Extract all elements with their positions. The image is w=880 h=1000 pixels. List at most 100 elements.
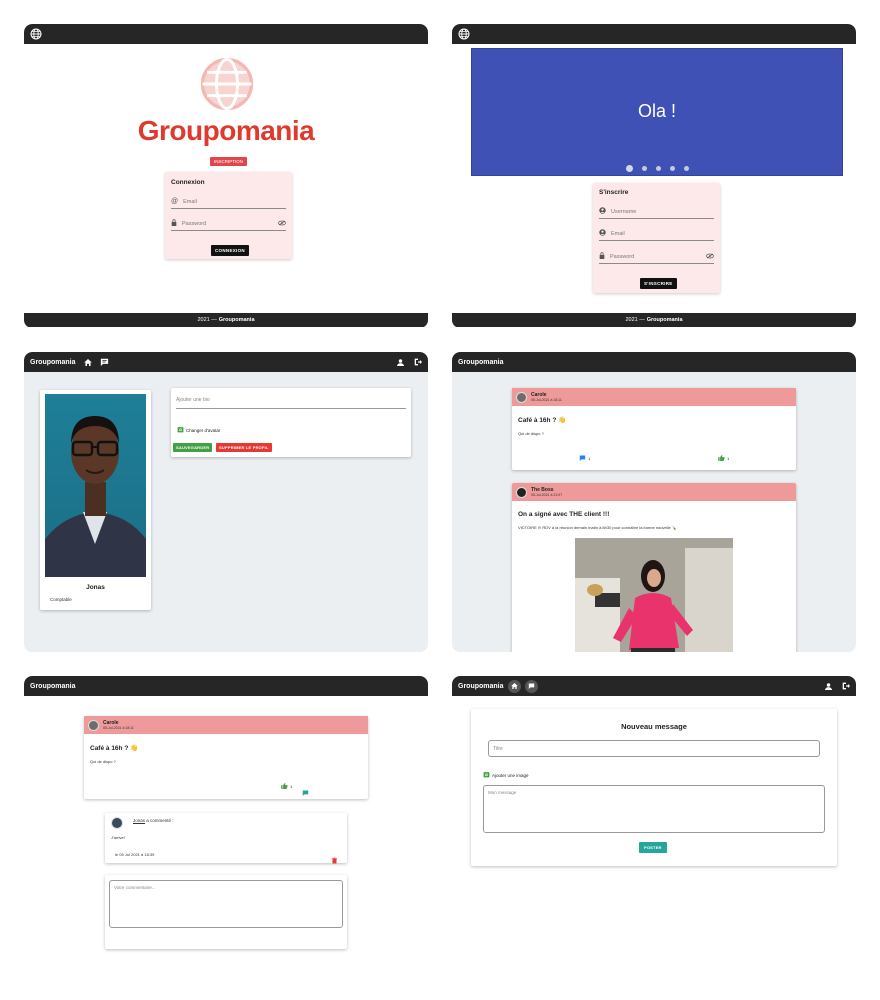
carousel-dot[interactable] [655,166,661,171]
comment-count-value: 1 [588,456,591,461]
comment-icon[interactable] [302,783,309,801]
post-title: On a signé avec THE client !!! [518,511,610,518]
carousel-dot[interactable] [669,166,675,171]
trash-icon[interactable] [332,851,337,869]
footer-brand: Groupomania [218,317,255,323]
like-count[interactable]: 1 [718,455,729,462]
logout-icon[interactable] [414,358,422,366]
image-add-icon [177,426,184,434]
avatar[interactable] [111,817,123,829]
login-title: Connexion [171,179,205,186]
panel-signup: Ola ! S'inscrire Username Email Password… [452,24,856,328]
post-header: Carole 05-Jul-2021 à 18:11 [512,388,796,406]
account-icon[interactable] [397,358,404,366]
title-input[interactable]: Titre [488,740,820,757]
eye-off-icon[interactable] [278,220,286,228]
change-avatar-link[interactable]: Changer d'avatar [177,426,220,434]
save-button[interactable]: SAUVEGARDER [173,443,213,452]
new-message-card: Nouveau message Titre Ajouter une image … [471,709,837,866]
like-count-value: 1 [727,456,730,461]
avatar[interactable] [516,391,527,403]
change-avatar-label: Changer d'avatar [186,427,221,433]
brand-title[interactable]: Groupomania [30,683,76,690]
bio-card: Ajouter une bio Changer d'avatar SAUVEGA… [171,388,411,457]
form-title: Nouveau message [621,722,687,731]
message-icon[interactable] [100,358,109,366]
post-date: 05-Jul-2021 à 18:11 [531,398,562,402]
add-image-link[interactable]: Ajouter une image [483,771,529,779]
carousel-text: Ola ! [637,101,676,121]
feed-page-bg: Carole 05-Jul-2021 à 18:11 Café à 16h ? 👋… [452,372,856,652]
profile-page-bg: Jonas Comptable Ajouter une bio Changer … [24,372,428,652]
post-card: Carole 05-Jul-2021 à 18:11 Café à 16h ? 👋… [84,716,368,799]
avatar-photo[interactable] [45,394,146,577]
avatar[interactable] [88,719,99,731]
brand-title[interactable]: Groupomania [458,683,504,690]
signup-button[interactable]: S'INSCRIRE [640,278,677,289]
email-placeholder: Email [183,198,197,205]
delete-profile-button[interactable]: SUPPRIMER LE PROFIL [216,443,272,452]
brand-title[interactable]: Groupomania [30,359,76,366]
account-icon[interactable] [825,682,832,690]
globe-icon[interactable] [30,28,42,40]
bio-input[interactable]: Ajouter une bio [176,397,406,409]
post-date: 05-Jul-2021 à 18:11 [103,726,134,730]
password-field[interactable]: Password [599,250,714,264]
user-icon [599,207,606,216]
image-add-icon [483,771,490,779]
comment-author[interactable]: Jonas [133,818,145,823]
carousel-dot[interactable] [683,166,689,171]
home-icon[interactable] [507,679,521,693]
comment-count[interactable]: 1 [579,455,590,462]
eye-off-icon[interactable] [706,253,714,261]
globe-icon[interactable] [458,28,470,40]
post-body: VICTOIRE !!! RDV à la réunion demain mat… [518,525,677,530]
add-image-label: Ajouter une image [492,772,529,778]
comment-icon [579,455,586,462]
like-count[interactable]: 1 [281,783,292,790]
post-title: Café à 16h ? 👋 [518,417,567,424]
panel-feed: Groupomania Carole 05-Jul-2021 à 18:11 Ca… [452,352,856,652]
post-body: Qui de dispo ? [90,759,116,764]
post-body: Qui de dispo ? [518,431,544,436]
comment-textarea[interactable]: Votre commentaire... [109,880,343,928]
title-placeholder: Titre [493,746,503,752]
message-icon[interactable] [524,679,538,693]
comment-action: a commenté : [146,818,174,823]
panel-post-detail: Groupomania Carole 05-Jul-2021 à 18:11 Ca… [24,676,428,966]
panel-new-message: Groupomania Nouveau message Titre Ajoute… [452,676,856,876]
carousel-dots [472,165,842,172]
comment-date: le 05 Jul 2021 à 18:39 [115,852,155,857]
avatar[interactable] [516,486,527,498]
post-card: The Boss 05-Jul-2021 à 21:07 On a signé a… [512,483,796,652]
password-placeholder: Password [182,220,207,227]
post-date: 05-Jul-2021 à 21:07 [531,493,563,497]
password-field[interactable]: Password [171,217,286,231]
email-placeholder: Email [611,230,625,237]
footer: 2021 — Groupomania [24,313,428,327]
post-image-gif[interactable] [575,538,733,652]
email-field[interactable]: Email [599,227,714,241]
brand-title[interactable]: Groupomania [458,359,504,366]
carousel[interactable]: Ola ! [471,48,843,176]
carousel-dot[interactable] [625,165,633,172]
panel-login: Groupomania INSCRIPTION Connexion @ Emai… [24,24,428,328]
signup-title: S'inscrire [599,189,629,196]
post-button[interactable]: POSTER [639,842,667,853]
post-header: Carole 05-Jul-2021 à 18:11 [84,716,368,734]
carousel-dot[interactable] [641,166,647,171]
logout-icon[interactable] [842,682,850,690]
post-title: Café à 16h ? 👋 [90,745,139,752]
email-field[interactable]: @ Email [171,195,286,209]
comment-header: Jonas a commenté : [133,818,174,823]
home-icon[interactable] [83,358,92,366]
signup-tab-button[interactable]: INSCRIPTION [210,157,248,166]
message-placeholder: Mon message [488,790,517,795]
thumb-up-icon [718,455,725,462]
username-field[interactable]: Username [599,205,714,219]
comment-text: J'arrive! [111,835,125,840]
login-card: Connexion @ Email Password CONNEXION [165,172,292,259]
login-button[interactable]: CONNEXION [211,245,249,256]
profile-name: Jonas [86,584,105,591]
message-textarea[interactable]: Mon message [483,785,825,833]
